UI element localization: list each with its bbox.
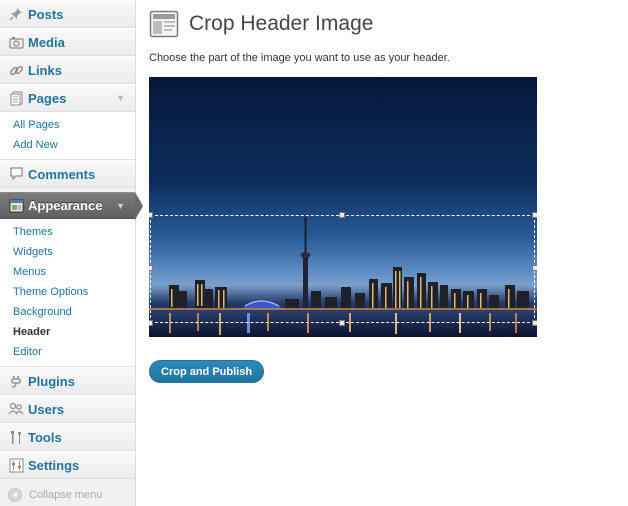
menu-label: Appearance [28,198,103,213]
submenu-editor[interactable]: Editor [0,342,135,362]
submenu-all-pages[interactable]: All Pages [0,115,135,135]
menu-label: Tools [28,429,62,445]
menu-label: Settings [28,457,80,473]
menu-label: Users [28,401,65,417]
crop-handle-nw[interactable] [149,212,153,218]
submenu-background[interactable]: Background [0,302,135,322]
users-icon [8,401,24,417]
pushpin-icon [8,6,24,22]
menu-pages[interactable]: Pages ▼ [0,84,135,112]
appearance-submenu: Themes Widgets Menus Theme Options Backg… [0,219,135,367]
admin-sidebar: Posts Media Links Pages ▼ All Pages Add … [0,0,143,506]
menu-appearance[interactable]: Appearance ▼ [0,192,143,220]
menu-settings[interactable]: Settings [0,451,135,479]
crop-handle-w[interactable] [149,265,153,271]
link-icon [8,62,24,78]
menu-label: Media [28,34,65,50]
menu-label: Links [28,62,62,78]
crop-selection[interactable] [149,212,537,326]
settings-icon [8,457,24,473]
media-icon [8,34,24,50]
page-title: Crop Header Image [189,12,374,35]
comment-icon [8,166,24,182]
collapse-menu[interactable]: Collapse menu [0,479,135,506]
plugin-icon [8,373,24,389]
menu-posts[interactable]: Posts [0,0,135,28]
menu-label: Posts [28,6,64,22]
menu-media[interactable]: Media [0,28,135,56]
menu-users[interactable]: Users [0,395,135,423]
main-content: Crop Header Image Choose the part of the… [149,8,619,383]
menu-label: Pages [28,90,67,106]
header-image[interactable] [149,77,537,337]
crop-handle-se[interactable] [532,320,537,326]
chevron-down-icon[interactable]: ▼ [116,93,125,103]
menu-links[interactable]: Links [0,56,135,84]
submenu-widgets[interactable]: Widgets [0,242,135,262]
submenu-add-new[interactable]: Add New [0,135,135,155]
submenu-theme-options[interactable]: Theme Options [0,282,135,302]
crop-handle-sw[interactable] [149,320,153,326]
menu-comments[interactable]: Comments [0,160,135,188]
pages-icon [8,90,24,106]
crop-handle-s[interactable] [339,320,345,326]
crop-and-publish-button[interactable]: Crop and Publish [149,360,265,383]
crop-handle-e[interactable] [532,265,537,271]
submenu-menus[interactable]: Menus [0,262,135,282]
pages-submenu: All Pages Add New [0,112,135,160]
crop-handle-n[interactable] [339,212,345,218]
current-menu-pointer [135,192,143,220]
submenu-header[interactable]: Header [0,322,135,342]
collapse-label: Collapse menu [29,489,103,501]
appearance-page-icon [149,9,179,39]
menu-label: Comments [28,166,96,182]
menu-plugins[interactable]: Plugins [0,367,135,395]
tools-icon [8,429,24,445]
menu-tools[interactable]: Tools [0,423,135,451]
submenu-themes[interactable]: Themes [0,222,135,242]
instructions-text: Choose the part of the image you want to… [149,52,450,64]
crop-handle-ne[interactable] [532,212,537,218]
collapse-arrow-icon[interactable] [8,488,22,502]
chevron-down-icon[interactable]: ▼ [116,201,125,211]
appearance-icon [8,198,24,214]
menu-label: Plugins [28,373,75,389]
